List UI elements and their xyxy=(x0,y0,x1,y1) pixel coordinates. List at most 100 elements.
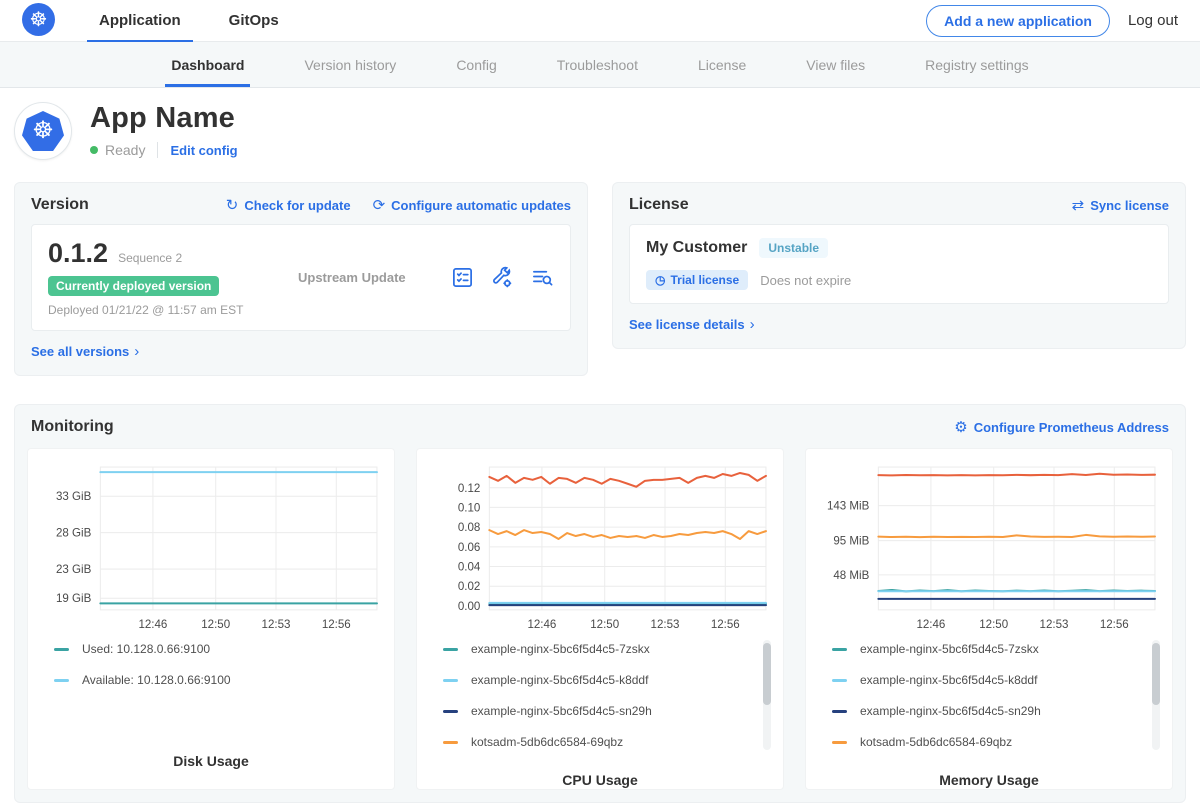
svg-text:95 MiB: 95 MiB xyxy=(833,536,869,548)
disk-usage-chart-panel: 19 GiB23 GiB28 GiB33 GiB12:4612:5012:531… xyxy=(27,448,395,790)
legend-label: example-nginx-5bc6f5d4c5-k8ddf xyxy=(471,673,648,687)
cpu-usage-chart: 0.000.020.040.060.080.100.1212:4612:5012… xyxy=(427,459,773,636)
edit-config-link[interactable]: Edit config xyxy=(170,143,237,158)
svg-text:12:46: 12:46 xyxy=(916,619,945,631)
monitoring-section: Monitoring ⚙ Configure Prometheus Addres… xyxy=(14,404,1186,803)
version-card-title: Version xyxy=(31,196,89,214)
legend-color-dash xyxy=(54,679,69,682)
legend-item: example-nginx-5bc6f5d4c5-k8ddf xyxy=(443,673,755,687)
svg-text:0.04: 0.04 xyxy=(458,562,481,574)
legend-scrollbar[interactable] xyxy=(763,640,771,750)
page-title: App Name xyxy=(90,102,238,135)
svg-text:12:53: 12:53 xyxy=(651,619,680,631)
configure-automatic-updates-link[interactable]: ⟳ Configure automatic updates xyxy=(373,198,571,213)
see-license-details-link[interactable]: See license details › xyxy=(629,316,755,333)
legend-item: example-nginx-5bc6f5d4c5-7zskx xyxy=(832,642,1144,656)
legend-color-dash xyxy=(832,679,847,682)
version-card: Version ↻ Check for update ⟳ Configure a… xyxy=(14,182,588,376)
divider xyxy=(157,142,158,158)
legend-color-dash xyxy=(832,648,847,651)
legend-item: Available: 10.128.0.66:9100 xyxy=(54,673,366,687)
tab-gitops[interactable]: GitOps xyxy=(217,0,291,41)
logout-button[interactable]: Log out xyxy=(1128,12,1178,29)
chevron-right-icon: › xyxy=(750,316,755,333)
svg-text:12:56: 12:56 xyxy=(322,619,351,631)
license-info-box: My Customer Unstable ◷ Trial license Doe… xyxy=(629,224,1169,304)
deploy-logs-icon[interactable] xyxy=(530,266,554,290)
kubernetes-logo-icon[interactable]: ☸ xyxy=(22,3,55,36)
tab-dashboard[interactable]: Dashboard xyxy=(169,42,246,87)
legend-label: example-nginx-5bc6f5d4c5-k8ddf xyxy=(860,673,1037,687)
svg-text:12:56: 12:56 xyxy=(711,619,740,631)
upstream-update-label: Upstream Update xyxy=(298,270,450,285)
tab-config[interactable]: Config xyxy=(454,42,498,87)
sync-icon: ⇄ xyxy=(1072,198,1085,213)
legend-label: kotsadm-5db6dc6584-69qbz xyxy=(860,735,1012,749)
app-header: ☸ App Name Ready Edit config xyxy=(0,88,1200,178)
svg-text:12:46: 12:46 xyxy=(527,619,556,631)
kubernetes-app-icon: ☸ xyxy=(22,111,64,151)
current-version-box: 0.1.2 Sequence 2 Currently deployed vers… xyxy=(31,224,571,331)
svg-text:19 GiB: 19 GiB xyxy=(56,593,92,605)
legend-color-dash xyxy=(443,710,458,713)
app-status: Ready xyxy=(105,142,145,158)
tab-license[interactable]: License xyxy=(696,42,748,87)
tab-view-files[interactable]: View files xyxy=(804,42,867,87)
tab-registry-settings[interactable]: Registry settings xyxy=(923,42,1030,87)
svg-text:23 GiB: 23 GiB xyxy=(56,564,92,576)
tab-gitops-label: GitOps xyxy=(229,12,279,29)
currently-deployed-badge: Currently deployed version xyxy=(48,276,219,296)
license-expiry: Does not expire xyxy=(760,273,851,288)
memory-usage-chart-title: Memory Usage xyxy=(816,766,1162,796)
legend-scrollbar-thumb[interactable] xyxy=(763,643,771,705)
memory-usage-chart-panel: 48 MiB95 MiB143 MiB12:4612:5012:5312:56 … xyxy=(805,448,1173,790)
tab-version-history[interactable]: Version history xyxy=(302,42,398,87)
schedule-refresh-icon: ⟳ xyxy=(373,198,386,213)
sync-license-link[interactable]: ⇄ Sync license xyxy=(1072,198,1169,213)
tab-troubleshoot[interactable]: Troubleshoot xyxy=(555,42,640,87)
memory-usage-chart: 48 MiB95 MiB143 MiB12:4612:5012:5312:56 xyxy=(816,459,1162,636)
legend-scrollbar[interactable] xyxy=(1152,640,1160,750)
cpu-usage-legend: example-nginx-5bc6f5d4c5-7zskx example-ng… xyxy=(427,636,773,766)
ready-status-dot xyxy=(90,146,98,154)
deployed-timestamp: Deployed 01/21/22 @ 11:57 am EST xyxy=(48,303,298,317)
legend-label: example-nginx-5bc6f5d4c5-7zskx xyxy=(471,642,650,656)
svg-text:0.12: 0.12 xyxy=(458,483,480,495)
add-application-button[interactable]: Add a new application xyxy=(926,5,1110,37)
edit-config-icon[interactable] xyxy=(490,266,514,290)
svg-text:0.08: 0.08 xyxy=(458,522,480,534)
legend-item: kotsadm-5db6dc6584-69qbz xyxy=(443,735,755,749)
legend-color-dash xyxy=(54,648,69,651)
preflight-checks-icon[interactable] xyxy=(450,266,474,290)
svg-text:0.00: 0.00 xyxy=(458,601,480,613)
disk-usage-chart-title: Disk Usage xyxy=(38,747,384,777)
version-sequence: Sequence 2 xyxy=(118,251,182,265)
svg-text:12:53: 12:53 xyxy=(1040,619,1069,631)
check-for-update-link[interactable]: ↻ Check for update xyxy=(226,198,351,213)
legend-item: kotsadm-5db6dc6584-69qbz xyxy=(832,735,1144,749)
svg-text:28 GiB: 28 GiB xyxy=(56,528,92,540)
license-card: License ⇄ Sync license My Customer Unsta… xyxy=(612,182,1186,349)
version-number: 0.1.2 xyxy=(48,238,108,269)
legend-color-dash xyxy=(443,741,458,744)
configure-prometheus-link[interactable]: ⚙ Configure Prometheus Address xyxy=(954,420,1169,435)
legend-label: kotsadm-5db6dc6584-69qbz xyxy=(471,735,623,749)
see-all-versions-link[interactable]: See all versions › xyxy=(31,343,139,360)
legend-label: Available: 10.128.0.66:9100 xyxy=(82,673,231,687)
refresh-icon: ↻ xyxy=(226,198,239,213)
svg-text:12:50: 12:50 xyxy=(979,619,1008,631)
legend-scrollbar-thumb[interactable] xyxy=(1152,643,1160,705)
svg-text:12:53: 12:53 xyxy=(262,619,291,631)
app-icon: ☸ xyxy=(14,102,72,160)
cpu-usage-chart-title: CPU Usage xyxy=(427,766,773,796)
chevron-right-icon: › xyxy=(134,343,139,360)
legend-item: Used: 10.128.0.66:9100 xyxy=(54,642,366,656)
memory-usage-legend: example-nginx-5bc6f5d4c5-7zskx example-ng… xyxy=(816,636,1162,766)
trial-license-badge: ◷ Trial license xyxy=(646,270,748,290)
svg-text:12:46: 12:46 xyxy=(138,619,167,631)
tab-application[interactable]: Application xyxy=(87,0,193,41)
legend-label: example-nginx-5bc6f5d4c5-7zskx xyxy=(860,642,1039,656)
svg-text:33 GiB: 33 GiB xyxy=(56,491,92,503)
cpu-usage-chart-panel: 0.000.020.040.060.080.100.1212:4612:5012… xyxy=(416,448,784,790)
tab-application-label: Application xyxy=(99,12,181,29)
